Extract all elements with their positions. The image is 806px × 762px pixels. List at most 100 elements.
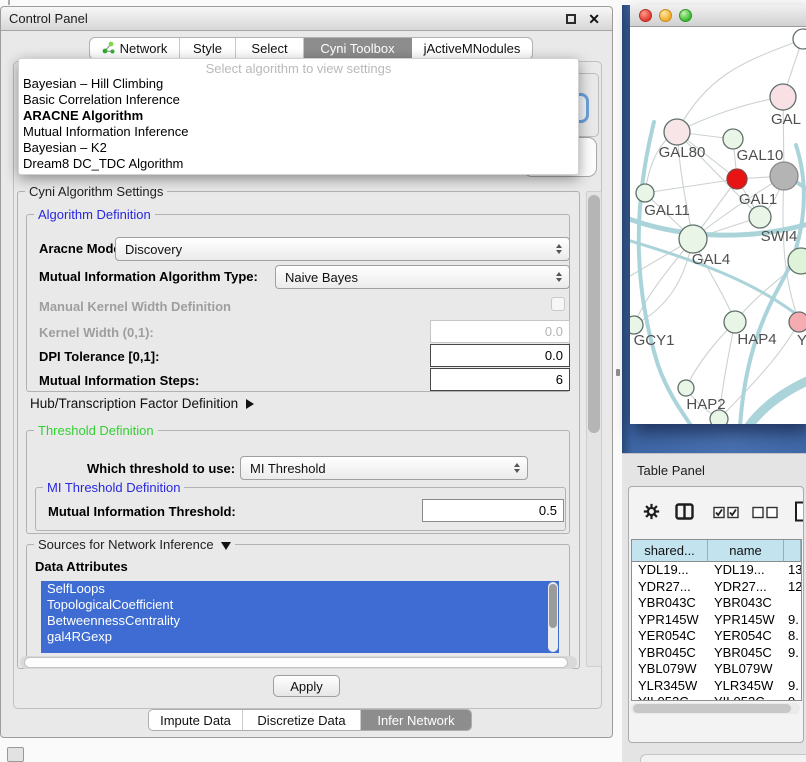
float-window-icon[interactable]	[566, 14, 576, 24]
attribute-item[interactable]: BetweennessCentrality	[41, 613, 559, 629]
network-node[interactable]	[636, 184, 654, 202]
which-threshold-select[interactable]: MI Threshold	[240, 456, 528, 480]
table-row[interactable]: YDR27...YDR27...12	[632, 579, 801, 596]
table-row[interactable]: YIL052CYIL052C9.	[632, 694, 801, 701]
mi-threshold-definition-group: MI Threshold Definition Mutual Informati…	[35, 487, 566, 531]
tab-discretize-data[interactable]: Discretize Data	[243, 710, 361, 730]
mi-threshold-definition-title: MI Threshold Definition	[43, 480, 184, 495]
settings-horizontal-scrollbar[interactable]	[20, 656, 577, 669]
tab-style[interactable]: Style	[180, 38, 236, 59]
attribute-item[interactable]: gal4RGexp	[41, 629, 559, 645]
algorithm-definition-title: Algorithm Definition	[34, 207, 155, 222]
settings-vertical-scrollbar[interactable]	[586, 191, 602, 667]
control-panel-tabbar: Network Style Select Cyni Toolbox jActiv…	[89, 37, 533, 60]
network-node[interactable]	[679, 225, 707, 253]
dpi-tolerance-field[interactable]: 0.0	[430, 344, 570, 367]
sources-title[interactable]: Sources for Network Inference	[34, 537, 235, 552]
network-node[interactable]	[770, 84, 796, 110]
network-node[interactable]	[770, 162, 798, 190]
scrollbar-thumb[interactable]	[633, 704, 791, 713]
collapsed-panel-icon[interactable]	[7, 747, 24, 762]
tab-network[interactable]: Network	[90, 38, 180, 59]
column-header[interactable]	[784, 540, 801, 562]
table-cell: 8.	[784, 628, 801, 645]
tab-impute-data[interactable]: Impute Data	[149, 710, 243, 730]
table-cell: YDR27...	[708, 579, 784, 596]
network-node[interactable]	[789, 312, 806, 332]
table-cell: 9.	[784, 694, 801, 701]
network-canvas[interactable]: GALGAL80GAL10GAL1GAL11SWI4GAL4GCY1HAP4YH…	[630, 27, 806, 424]
node-table-panel: shared...name YDL19...YDL19...13YDR27...…	[628, 486, 804, 743]
algorithm-option[interactable]: Bayesian – K2	[19, 140, 578, 156]
node-label: GAL11	[644, 202, 690, 219]
select-all-checkboxes-icon[interactable]	[713, 506, 740, 524]
algorithm-dropdown[interactable]: Select algorithm to view settings Bayesi…	[18, 58, 579, 175]
node-attribute-table[interactable]: shared...name YDL19...YDL19...13YDR27...…	[631, 539, 802, 701]
apply-button[interactable]: Apply	[273, 675, 340, 697]
expand-arrow-icon[interactable]	[246, 399, 254, 409]
algorithm-option[interactable]: Bayesian – Hill Climbing	[19, 76, 578, 92]
bottom-panel-edge	[640, 754, 806, 762]
table-row[interactable]: YBL079WYBL079W	[632, 661, 801, 678]
minimize-traffic-light[interactable]	[659, 9, 672, 22]
table-row[interactable]: YBR045CYBR045C9.	[632, 645, 801, 662]
table-row[interactable]: YER054CYER054C8.	[632, 628, 801, 645]
table-row[interactable]: YLR345WYLR345W9.	[632, 678, 801, 695]
scrollbar-thumb[interactable]	[24, 657, 568, 668]
attribute-item[interactable]: SelfLoops	[41, 581, 559, 597]
table-header-row: shared...name	[632, 540, 801, 562]
split-columns-icon[interactable]	[675, 503, 694, 525]
table-row[interactable]: YBR043CYBR043C	[632, 595, 801, 612]
kernel-width-field[interactable]: 0.0	[430, 320, 570, 343]
algorithm-option[interactable]: Basic Correlation Inference	[19, 92, 578, 108]
table-cell	[784, 595, 801, 612]
close-icon[interactable]: ✕	[588, 12, 600, 26]
deselect-all-checkboxes-icon[interactable]	[752, 506, 779, 524]
export-table-icon[interactable]	[794, 501, 804, 527]
scrollbar-thumb[interactable]	[549, 584, 557, 628]
algorithm-option[interactable]: Mutual Information Inference	[19, 124, 578, 140]
algorithm-definition-group: Algorithm Definition Aracne Mode: Discov…	[26, 214, 570, 392]
network-node[interactable]	[678, 380, 694, 396]
attribute-list-scrollbar[interactable]	[548, 582, 558, 652]
tab-cyni-toolbox[interactable]: Cyni Toolbox	[304, 38, 412, 59]
gear-icon[interactable]	[643, 503, 660, 525]
table-row[interactable]: YDL19...YDL19...13	[632, 562, 801, 579]
algorithm-option[interactable]: ARACNE Algorithm	[19, 108, 578, 124]
column-header[interactable]: shared...	[632, 540, 708, 562]
network-edge	[645, 179, 737, 193]
network-node[interactable]	[723, 129, 743, 149]
mi-steps-field[interactable]: 6	[430, 368, 570, 391]
split-pane-handle[interactable]	[616, 369, 620, 376]
network-node[interactable]	[788, 248, 806, 274]
collapse-arrow-icon[interactable]	[221, 542, 231, 550]
data-attributes-label: Data Attributes	[35, 559, 128, 574]
table-horizontal-scrollbar[interactable]	[631, 703, 800, 714]
aracne-mode-select[interactable]: Discovery	[115, 237, 570, 261]
close-traffic-light[interactable]	[639, 9, 652, 22]
tab-jactivemnodules[interactable]: jActiveMNodules	[412, 38, 532, 59]
stepper-arrows-icon	[514, 463, 520, 473]
which-threshold-label: Which threshold to use:	[87, 461, 235, 476]
table-cell: YIL052C	[708, 694, 784, 701]
tab-select[interactable]: Select	[236, 38, 304, 59]
network-node[interactable]	[749, 206, 771, 228]
hub-definition-toggle[interactable]: Hub/Transcription Factor Definition	[30, 396, 254, 411]
mi-threshold-field[interactable]: 0.5	[422, 499, 564, 522]
attribute-item[interactable]: TopologicalCoefficient	[41, 597, 559, 613]
network-node[interactable]	[727, 169, 747, 189]
network-node[interactable]	[664, 119, 690, 145]
network-node[interactable]	[724, 311, 746, 333]
mi-algorithm-type-select[interactable]: Naive Bayes	[275, 265, 570, 289]
algorithm-option[interactable]: Dream8 DC_TDC Algorithm	[19, 156, 578, 172]
table-cell: YBL079W	[708, 661, 784, 678]
attribute-list[interactable]: SelfLoopsTopologicalCoefficientBetweenne…	[41, 581, 559, 653]
tab-infer-network[interactable]: Infer Network	[361, 710, 471, 730]
scrollbar-thumb[interactable]	[588, 195, 600, 433]
column-header[interactable]: name	[708, 540, 784, 562]
network-node[interactable]	[793, 29, 806, 49]
network-view-window[interactable]: GALGAL80GAL10GAL1GAL11SWI4GAL4GCY1HAP4YH…	[630, 5, 806, 424]
manual-kernel-checkbox[interactable]	[551, 297, 565, 311]
zoom-traffic-light[interactable]	[679, 9, 692, 22]
table-row[interactable]: YPR145WYPR145W9.	[632, 612, 801, 629]
